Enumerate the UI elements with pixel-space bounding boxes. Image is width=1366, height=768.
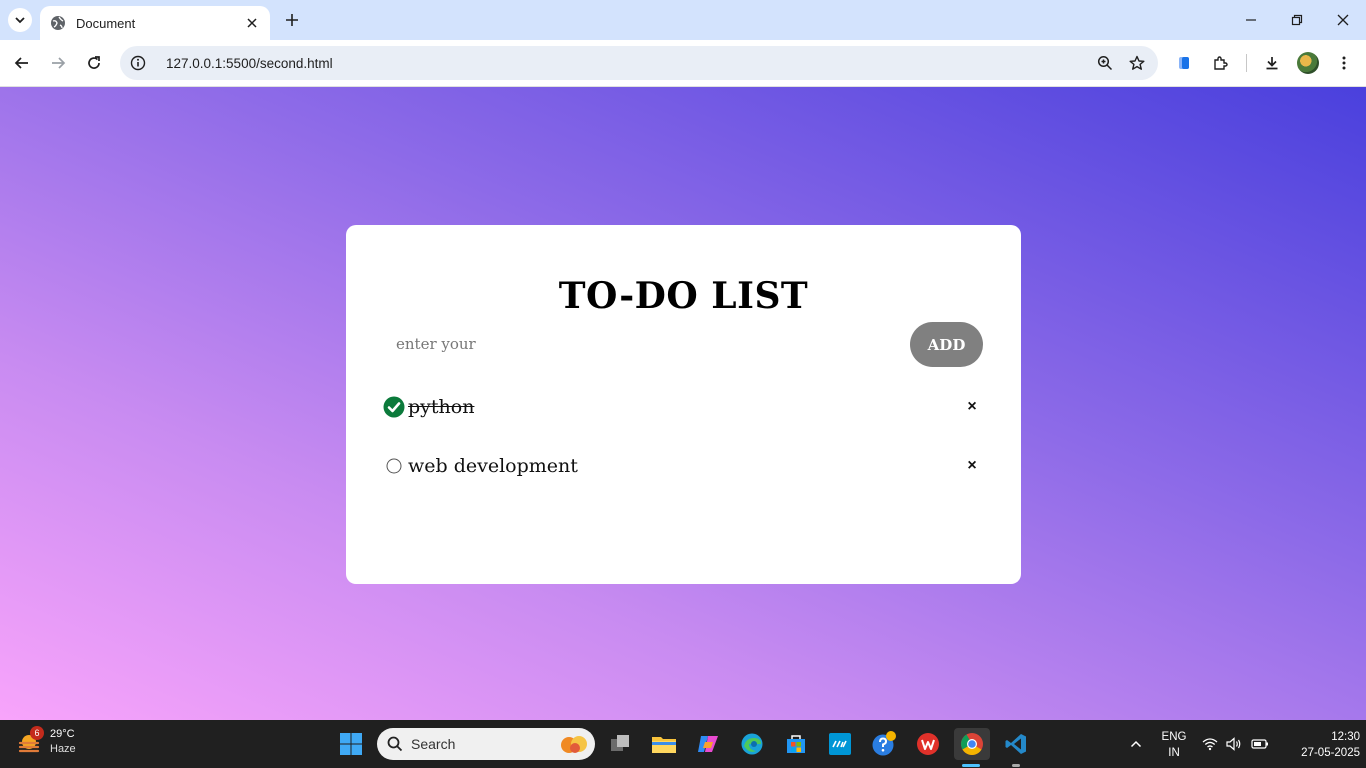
edge-button[interactable] [736,728,768,760]
reading-mode-icon[interactable] [1173,52,1195,74]
page-title: TO-DO LIST [558,275,809,317]
todo-card: TO-DO LIST ADD python × web development … [346,225,1021,584]
minimize-icon [1246,19,1256,21]
forward-arrow-icon [52,57,66,69]
clock-time: 12:30 [1331,731,1360,743]
language-indicator[interactable]: ENG IN [1158,729,1190,761]
language-secondary: IN [1168,747,1180,759]
download-icon[interactable] [1261,52,1283,74]
taskbar-search[interactable]: Search [377,728,595,760]
chrome-icon [961,733,983,755]
close-tab-icon[interactable] [244,15,260,31]
new-tab-button[interactable] [282,10,302,30]
list-item-text: web development [408,455,578,477]
browser-tabstrip: Document [0,0,1366,40]
list-item-text: python [408,396,475,418]
search-icon [387,736,403,752]
address-bar[interactable]: 127.0.0.1:5500/second.html [120,46,1158,80]
reload-icon [88,56,100,69]
weather-text: 29°C Haze [50,727,76,757]
wifi-icon[interactable] [1200,728,1220,760]
reload-button[interactable] [83,52,105,74]
page-background: TO-DO LIST ADD python × web development … [0,87,1366,720]
plus-icon [286,14,298,26]
bookmark-star-icon[interactable] [1126,52,1148,74]
toolbar-divider [1246,54,1247,72]
unchecked-circle-icon[interactable] [383,455,405,477]
task-input[interactable] [384,323,904,365]
weather-condition: Haze [50,743,76,755]
globe-icon [50,15,66,31]
list-item[interactable]: web development × [383,450,983,482]
weather-badge: 6 [30,726,44,740]
weather-widget[interactable]: 6 29°C Haze [16,726,76,757]
url-text: 127.0.0.1:5500/second.html [166,55,333,71]
vscode-icon [1005,734,1026,754]
checked-circle-icon[interactable] [383,396,405,418]
get-help-button[interactable] [868,728,900,760]
chevron-down-icon [15,17,25,24]
copilot-button[interactable] [692,728,724,760]
restore-icon [1291,14,1303,26]
edge-icon [741,733,763,755]
site-info-icon[interactable] [130,55,146,71]
running-app-indicator [1012,764,1020,767]
clock[interactable]: 12:30 27-05-2025 [1280,729,1360,761]
remove-item-button[interactable]: × [961,455,983,477]
myhp-button[interactable] [824,728,856,760]
back-button[interactable] [11,52,33,74]
close-icon [1337,14,1349,26]
taskbar: 6 29°C Haze Search ENG IN 12:30 27-05-20… [0,720,1366,768]
search-placeholder: Search [411,736,456,752]
back-arrow-icon [14,57,28,69]
store-button[interactable] [780,728,812,760]
remove-item-button[interactable]: × [961,396,983,418]
help-icon [872,731,896,756]
file-explorer-button[interactable] [648,728,680,760]
restore-button[interactable] [1285,8,1309,32]
clock-date: 27-05-2025 [1301,747,1360,759]
wps-office-button[interactable] [912,728,944,760]
haze-sun-icon: 6 [16,726,44,756]
wps-icon [917,733,939,755]
extensions-icon[interactable] [1209,52,1231,74]
close-window-button[interactable] [1331,8,1355,32]
task-view-icon [611,735,629,751]
zoom-icon[interactable] [1094,52,1116,74]
store-icon [787,735,805,753]
add-button[interactable]: ADD [910,322,983,367]
volume-icon[interactable] [1224,728,1244,760]
forward-button[interactable] [47,52,69,74]
folder-icon [652,737,676,753]
temperature: 29°C [50,728,75,740]
browser-toolbar: 127.0.0.1:5500/second.html [0,40,1366,87]
profile-avatar[interactable] [1297,52,1319,74]
list-item[interactable]: python × [383,391,983,423]
tab-title: Document [76,15,136,31]
browser-tab[interactable]: Document [40,6,270,40]
copilot-icon [698,736,718,752]
minimize-button[interactable] [1239,8,1263,32]
start-button[interactable] [335,728,367,760]
tab-search-button[interactable] [8,8,32,32]
battery-icon[interactable] [1249,728,1271,760]
myhp-icon [829,733,851,755]
chrome-button[interactable] [954,728,990,760]
language-primary: ENG [1161,731,1187,743]
chevron-up-icon [1130,740,1142,748]
search-highlight-icon [561,736,587,753]
show-hidden-icons-button[interactable] [1120,728,1152,760]
menu-kebab-icon[interactable] [1333,52,1355,74]
windows-logo-icon [340,733,362,755]
active-app-indicator [962,764,980,767]
task-view-button[interactable] [604,728,636,760]
vscode-button[interactable] [1000,728,1032,760]
